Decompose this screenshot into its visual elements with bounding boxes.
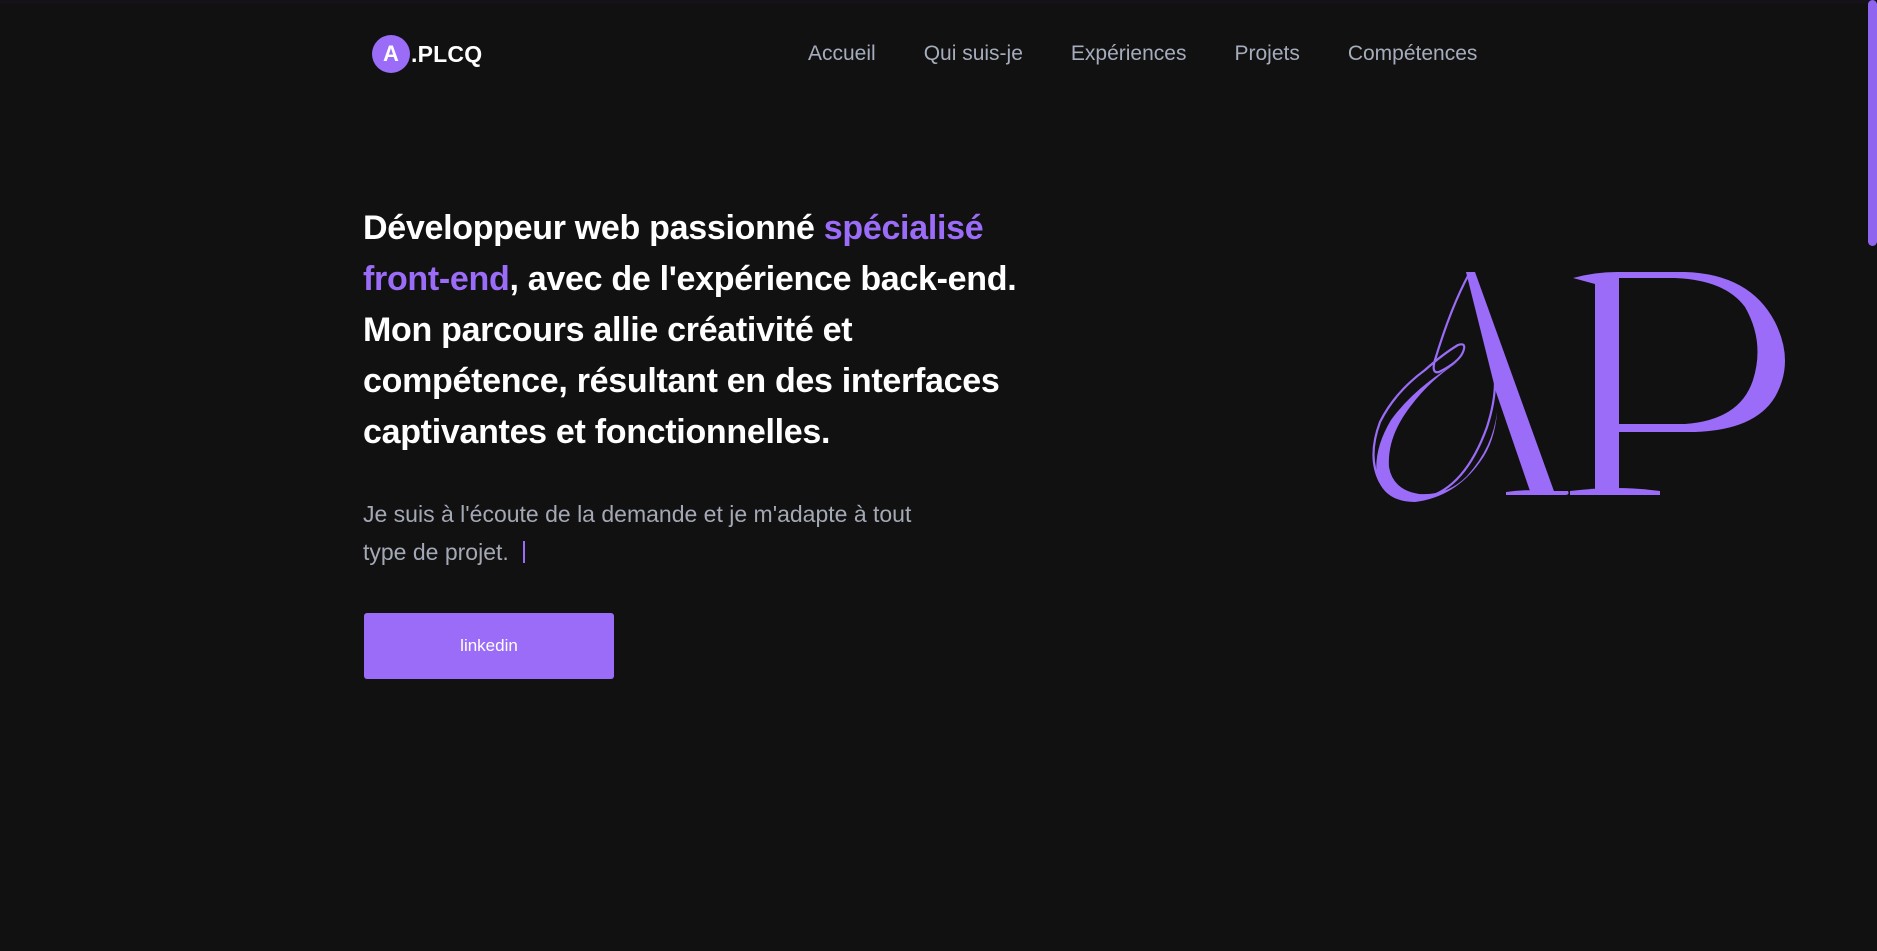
linkedin-button[interactable]: linkedin [364,613,614,679]
scrollbar-thumb[interactable] [1868,0,1877,246]
main-nav: Accueil Qui suis-je Expériences Projets … [808,40,1477,68]
ap-monogram-icon [1372,272,1785,502]
text-cursor-icon [522,541,525,563]
logo-badge: A [372,35,410,73]
nav-link-accueil[interactable]: Accueil [808,40,876,68]
nav-link-projets[interactable]: Projets [1234,40,1299,68]
hero-subtext: Je suis à l'écoute de la demande et je m… [363,495,943,571]
nav-link-qui-suis-je[interactable]: Qui suis-je [924,40,1023,68]
typewriter-text: Je suis à l'écoute de la demande et je m… [363,501,912,565]
nav-link-experiences[interactable]: Expériences [1071,40,1187,68]
site-logo[interactable]: A .PLCQ [372,35,482,73]
hero-headline: Développeur web passionné spécialisé fro… [363,203,1043,458]
top-border [0,0,1877,3]
nav-link-competences[interactable]: Compétences [1348,40,1478,68]
page: A .PLCQ Accueil Qui suis-je Expériences … [0,0,1877,951]
logo-text: .PLCQ [411,40,483,67]
headline-text-start: Développeur web passionné [363,209,824,247]
scrollbar-track[interactable] [1867,0,1877,951]
